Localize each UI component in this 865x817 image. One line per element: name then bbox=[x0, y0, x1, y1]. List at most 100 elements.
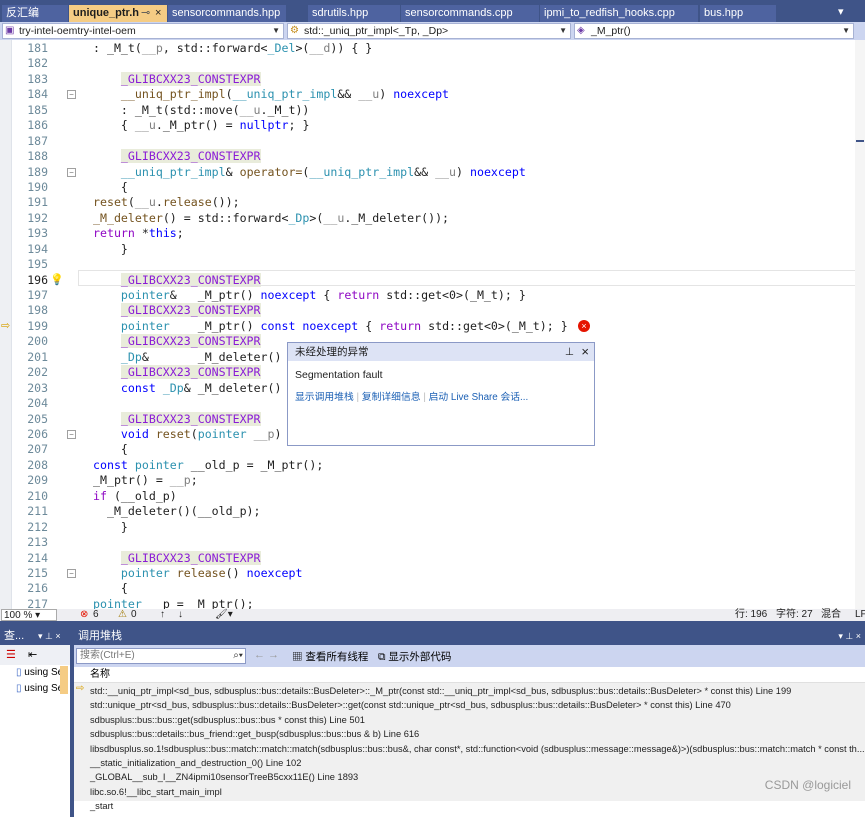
list-item[interactable]: ▯ using Se bbox=[16, 683, 63, 694]
project-dropdown[interactable]: ▣ try-intel-oemtry-intel-oem ▼ bbox=[2, 23, 284, 39]
code-token: __old_p = _M_ptr(); bbox=[183, 457, 324, 472]
show-call-stack-link[interactable]: 显示调用堆栈 bbox=[295, 392, 354, 403]
vertical-scrollbar[interactable] bbox=[855, 40, 865, 609]
tab-sensorcommands-cpp[interactable]: sensorcommands.cpp bbox=[401, 5, 539, 22]
panel-title: 查... bbox=[4, 630, 25, 642]
arrow-down-icon[interactable]: ↓ bbox=[178, 609, 183, 621]
close-icon[interactable]: × bbox=[155, 5, 161, 22]
back-icon[interactable]: ⇤ bbox=[28, 648, 37, 661]
list-icon[interactable]: ☰ bbox=[6, 648, 16, 661]
tab-unique-ptr-h[interactable]: unique_ptr.h ⊸ × bbox=[69, 5, 167, 22]
call-stack-frame[interactable]: libsdbusplus.so.1!sdbusplus::bus::match:… bbox=[90, 742, 865, 756]
code-line: _M_deleter()(__old_p); bbox=[93, 504, 261, 519]
list-item[interactable]: ▯ using Se bbox=[16, 667, 63, 678]
code-token: ()); bbox=[211, 195, 240, 210]
collapse-icon[interactable]: − bbox=[67, 167, 76, 177]
code-line: _GLIBCXX23_CONSTEXPR bbox=[93, 550, 261, 566]
code-token: __u bbox=[435, 164, 457, 179]
code-token: } bbox=[93, 241, 128, 256]
threads-icon: ▦ bbox=[292, 651, 303, 663]
call-stack-frame[interactable]: __static_initialization_and_destruction_… bbox=[90, 756, 301, 770]
code-token: noexcept bbox=[246, 565, 303, 580]
collapse-icon[interactable]: − bbox=[67, 90, 76, 100]
tab-disassembly[interactable]: 反汇编 bbox=[2, 5, 68, 22]
line-number: 216 bbox=[27, 581, 48, 596]
call-stack-frame[interactable]: std::__uniq_ptr_impl<sd_bus, sdbusplus::… bbox=[90, 684, 791, 698]
code-token: __p bbox=[141, 41, 163, 55]
code-token: std::get<0>(_M_t); } bbox=[421, 318, 568, 333]
call-stack-frame[interactable]: sdbusplus::bus::details::bus_friend::get… bbox=[90, 727, 419, 741]
collapse-icon[interactable]: − bbox=[67, 430, 76, 439]
tab-bus-hpp[interactable]: bus.hpp bbox=[700, 5, 776, 22]
call-stack-frame[interactable]: sdbusplus::bus::bus::get(sdbusplus::bus:… bbox=[90, 713, 365, 727]
code-token: : _M_t( bbox=[93, 41, 142, 55]
zoom-dropdown[interactable]: 100 % ▾ bbox=[1, 609, 57, 621]
panel-menu-icon[interactable]: ▾ ⊥ × bbox=[838, 628, 861, 645]
call-stack-frame[interactable]: _GLOBAL__sub_I__ZN4ipmi10sensorTreeB5cxx… bbox=[90, 770, 358, 784]
view-all-threads-button[interactable]: ▦ 查看所有线程 bbox=[292, 649, 368, 664]
lightbulb-icon[interactable]: 💡 bbox=[50, 273, 64, 286]
error-icon[interactable]: × bbox=[578, 319, 590, 332]
call-stack-frame[interactable]: _start bbox=[90, 799, 113, 813]
line-number: 182 bbox=[27, 56, 48, 71]
code-token: )) { } bbox=[330, 41, 373, 55]
chevron-down-icon: ▼ bbox=[272, 26, 280, 35]
code-line: const _Dp& _M_deleter() bbox=[93, 381, 282, 396]
code-line: pointer& _M_ptr() noexcept { return std:… bbox=[93, 288, 526, 303]
search-icon[interactable]: ⌕▾ bbox=[233, 649, 243, 663]
tab-sensorcommands-hpp[interactable]: sensorcommands.hpp bbox=[168, 5, 286, 22]
back-arrow-icon[interactable]: ← → bbox=[254, 649, 279, 661]
collapse-icon[interactable]: − bbox=[67, 568, 76, 578]
char-number: 字符: 27 bbox=[776, 609, 813, 620]
line-number: 191 bbox=[27, 195, 48, 210]
pin-icon[interactable]: ⊥ bbox=[565, 343, 574, 361]
show-external-code-button[interactable]: ⧉ 显示外部代码 bbox=[378, 649, 451, 664]
copy-details-link[interactable]: 复制详细信息 bbox=[362, 392, 421, 403]
call-stack-frame[interactable]: std::unique_ptr<sd_bus, sdbusplus::bus::… bbox=[90, 698, 731, 712]
code-token: _M_deleter bbox=[93, 210, 163, 225]
pin-icon[interactable]: ⊸ bbox=[141, 5, 150, 22]
panel-menu-icon[interactable]: ▾ ⊥ × bbox=[38, 628, 61, 645]
code-line: { bbox=[93, 442, 128, 457]
close-icon[interactable]: × bbox=[581, 343, 589, 361]
arrow-up-icon[interactable]: ↑ bbox=[160, 609, 165, 621]
code-token: && bbox=[414, 164, 436, 179]
find-results-panel: 查... ▾ ⊥ × ☰ ⇤ ▯ using Se ▯ using Se bbox=[0, 628, 70, 817]
tab-label: sdrutils.hpp bbox=[312, 7, 369, 19]
code-token: return bbox=[93, 226, 135, 241]
member-dropdown[interactable]: ◈ _M_ptr() ▼ bbox=[574, 23, 854, 39]
code-line: pointer __p = _M_ptr(); bbox=[93, 597, 254, 609]
tab-ipmi-to-redfish-hooks-cpp[interactable]: ipmi_to_redfish_hooks.cpp bbox=[540, 5, 698, 22]
error-count[interactable]: 6 bbox=[93, 609, 99, 621]
call-stack-search-input[interactable]: 搜索(Ctrl+E) ⌕▾ bbox=[76, 648, 246, 664]
tab-label: sensorcommands.cpp bbox=[405, 7, 513, 19]
line-number: 212 bbox=[27, 519, 48, 534]
warning-count[interactable]: 0 bbox=[131, 609, 137, 621]
brush-icon[interactable]: 🖌▾ bbox=[215, 609, 233, 621]
code-line: pointer release() noexcept bbox=[93, 565, 303, 581]
line-number: 203 bbox=[27, 380, 48, 395]
start-live-share-link[interactable]: 启动 Live Share 会话... bbox=[429, 392, 529, 403]
tab-sdrutils-hpp[interactable]: sdrutils.hpp bbox=[308, 5, 400, 22]
tab-label: 反汇编 bbox=[6, 7, 39, 19]
scope-dropdown[interactable]: ⚙ std::_uniq_ptr_impl<_Tp, _Dp> ▼ bbox=[287, 23, 571, 39]
code-token: _GLIBCXX23_CONSTEXPR bbox=[120, 365, 261, 380]
code-token: } bbox=[93, 519, 128, 534]
error-icon: ⊗ bbox=[80, 609, 89, 620]
tab-overflow-icon[interactable]: ▾ bbox=[838, 5, 844, 18]
line-number: 199 bbox=[27, 318, 48, 333]
code-editor[interactable]: 181: _M_t(__p, std::forward<_Del>(__d)) … bbox=[0, 40, 865, 609]
code-token: () = std::forward< bbox=[162, 210, 289, 225]
mode: 混合 bbox=[821, 609, 841, 620]
column-header-name[interactable]: 名称 bbox=[74, 667, 865, 683]
call-stack-frame[interactable]: libc.so.6!__libc_start_main_impl bbox=[90, 785, 222, 799]
exception-message: Segmentation fault bbox=[295, 369, 383, 381]
code-token: ; bbox=[190, 473, 198, 488]
item-label: using Se bbox=[24, 667, 64, 678]
external-code-icon: ⧉ bbox=[378, 651, 386, 663]
code-token: _GLIBCXX23_CONSTEXPR bbox=[120, 550, 261, 565]
